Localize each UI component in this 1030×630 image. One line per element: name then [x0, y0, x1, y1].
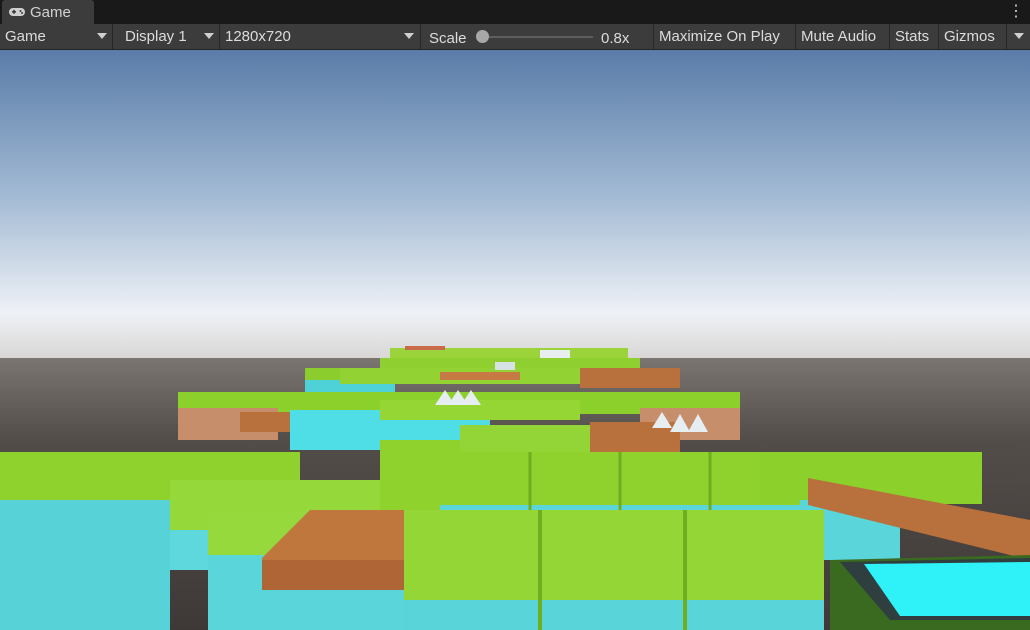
maximize-on-play-toggle[interactable]: Maximize On Play [654, 24, 796, 49]
scale-slider-track[interactable] [480, 36, 593, 38]
stats-label: Stats [895, 28, 930, 45]
tab-game[interactable]: Game [2, 0, 94, 24]
chevron-down-icon [1014, 33, 1024, 39]
scale-slider-handle[interactable] [476, 30, 489, 43]
game-toolbar: Game Display 1 1280x720 Scale 0.8x Maxim… [0, 24, 1030, 50]
display-label: Display 1 [125, 28, 187, 45]
more-options-icon[interactable]: ⋮ [1008, 2, 1024, 22]
chevron-down-icon [204, 33, 214, 39]
mute-audio-toggle[interactable]: Mute Audio [796, 24, 890, 49]
display-dropdown[interactable]: Display 1 [113, 24, 220, 49]
tab-label: Game [30, 3, 71, 21]
tab-bar: Game ⋮ [0, 0, 1030, 24]
game-scene [0, 50, 1030, 630]
resolution-label: 1280x720 [225, 28, 291, 45]
view-mode-dropdown[interactable]: Game [0, 24, 113, 49]
scale-label: Scale [429, 30, 467, 47]
gizmos-label: Gizmos [944, 28, 995, 45]
gizmos-dropdown[interactable] [1007, 24, 1030, 49]
gizmos-toggle[interactable]: Gizmos [939, 24, 1007, 49]
chevron-down-icon [97, 33, 107, 39]
resolution-dropdown[interactable]: 1280x720 [220, 24, 421, 49]
stats-toggle[interactable]: Stats [890, 24, 939, 49]
scale-value: 0.8x [601, 30, 630, 47]
chevron-down-icon [404, 33, 414, 39]
gamepad-icon [9, 8, 25, 16]
view-mode-label: Game [5, 28, 46, 45]
maximize-on-play-label: Maximize On Play [659, 28, 780, 45]
mute-audio-label: Mute Audio [801, 28, 877, 45]
game-viewport[interactable] [0, 50, 1030, 630]
